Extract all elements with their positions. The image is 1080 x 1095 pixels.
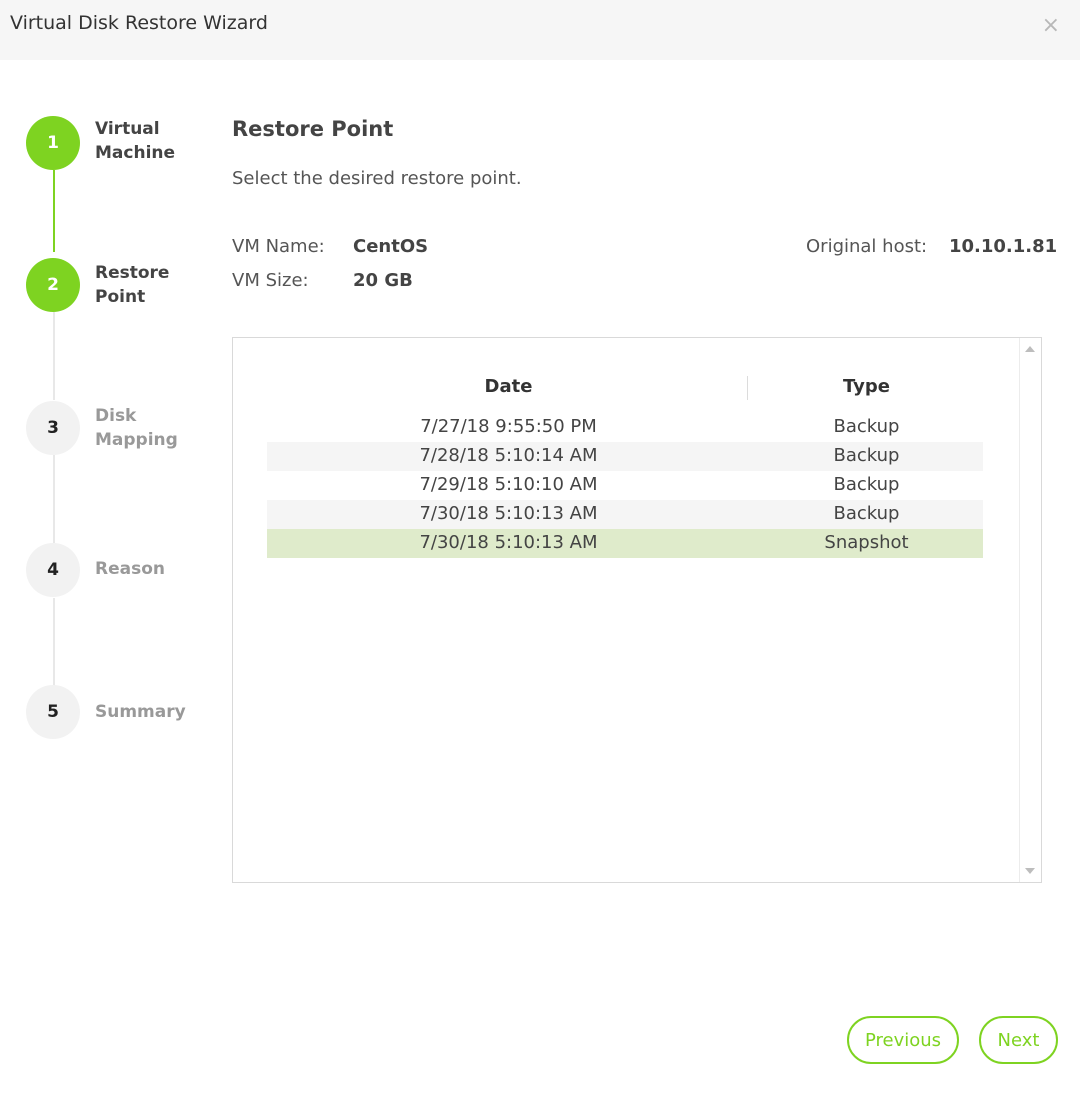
close-icon[interactable]: ×: [1042, 14, 1060, 38]
scroll-up-arrow-icon[interactable]: [1025, 346, 1035, 352]
original-host-value: 10.10.1.81: [949, 236, 1058, 257]
step-connector-4: [53, 598, 55, 686]
step-4-circle: 4: [26, 543, 80, 597]
step-1-circle: 1: [26, 116, 80, 170]
vm-name-value: CentOS: [353, 236, 429, 257]
column-separator[interactable]: [747, 376, 748, 400]
step-5-circle: 5: [26, 685, 80, 739]
step-4-label: Reason: [95, 559, 165, 579]
table-row[interactable]: 7/27/18 9:55:50 PM Backup: [267, 413, 983, 442]
row-type: Backup: [833, 503, 900, 524]
step-2-label: Restore Point: [95, 263, 170, 307]
step-connector-2: [53, 312, 55, 400]
step-1-label: Virtual Machine: [95, 119, 176, 163]
vm-name-label: VM Name:: [232, 236, 325, 257]
original-host-label: Original host:: [806, 236, 928, 257]
step-connector-3: [53, 455, 55, 543]
vm-size-value: 20 GB: [353, 270, 413, 291]
next-button[interactable]: Next: [979, 1016, 1058, 1064]
step-connector-1: [53, 170, 55, 252]
table-row[interactable]: 7/30/18 5:10:13 AM Backup: [267, 500, 983, 529]
vertical-scrollbar[interactable]: [1019, 338, 1041, 882]
step-2-circle: 2: [26, 258, 80, 312]
vm-size-label: VM Size:: [232, 270, 309, 291]
row-date: 7/28/18 5:10:14 AM: [419, 445, 598, 466]
page-title: Restore Point: [232, 117, 394, 141]
table-row[interactable]: 7/28/18 5:10:14 AM Backup: [267, 442, 983, 471]
window-title: Virtual Disk Restore Wizard: [10, 12, 268, 34]
previous-button[interactable]: Previous: [847, 1016, 959, 1064]
table-row[interactable]: 7/29/18 5:10:10 AM Backup: [267, 471, 983, 500]
step-3-label: Disk Mapping: [95, 406, 178, 450]
row-date: 7/30/18 5:10:13 AM: [419, 503, 598, 524]
restore-points-table[interactable]: Date Type 7/27/18 9:55:50 PM Backup 7/28…: [232, 337, 1042, 883]
step-3-circle: 3: [26, 401, 80, 455]
page-description: Select the desired restore point.: [232, 168, 522, 189]
row-date: 7/29/18 5:10:10 AM: [419, 474, 598, 495]
table-row-selected[interactable]: 7/30/18 5:10:13 AM Snapshot: [267, 529, 983, 558]
column-header-type[interactable]: Type: [750, 376, 983, 397]
title-bar: Virtual Disk Restore Wizard ×: [0, 0, 1080, 60]
column-header-date[interactable]: Date: [267, 376, 750, 397]
row-type: Backup: [833, 445, 900, 466]
step-5-label: Summary: [95, 702, 186, 722]
row-type: Backup: [833, 474, 900, 495]
row-type: Snapshot: [824, 532, 909, 553]
scroll-down-arrow-icon[interactable]: [1025, 868, 1035, 874]
row-type: Backup: [833, 416, 900, 437]
row-date: 7/30/18 5:10:13 AM: [419, 532, 598, 553]
row-date: 7/27/18 9:55:50 PM: [420, 416, 597, 437]
